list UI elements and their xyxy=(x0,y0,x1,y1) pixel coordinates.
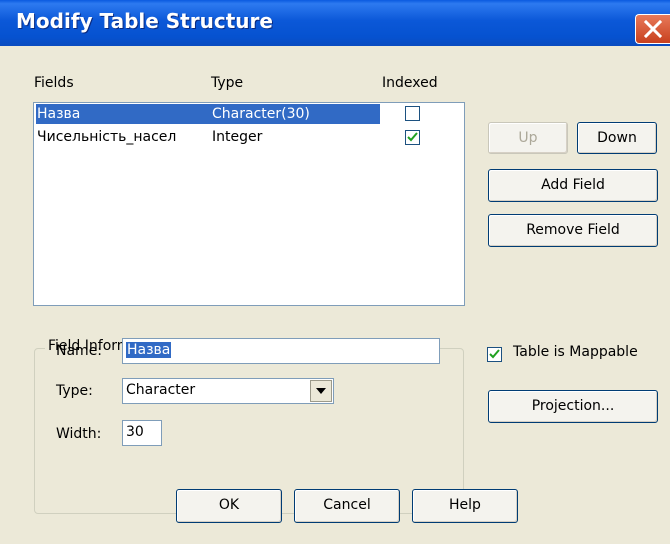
ok-button[interactable]: OK xyxy=(176,489,282,523)
field-type: Character(30) xyxy=(212,106,310,122)
indexed-checkbox[interactable] xyxy=(405,106,420,121)
dropdown-button[interactable] xyxy=(310,380,332,402)
name-field[interactable]: Назва xyxy=(122,338,440,364)
window-title: Modify Table Structure xyxy=(16,9,273,33)
field-name: Назва xyxy=(37,106,81,122)
header-indexed: Indexed xyxy=(382,75,438,91)
width-label: Width: xyxy=(56,426,102,442)
close-icon xyxy=(643,20,663,38)
up-button[interactable]: Up xyxy=(488,122,568,154)
dialog-body: Fields Type Indexed Назва Character(30) … xyxy=(0,46,670,544)
add-field-button[interactable]: Add Field xyxy=(488,169,658,202)
type-value: Character xyxy=(126,382,196,398)
name-label: Name: xyxy=(56,343,103,359)
cancel-button[interactable]: Cancel xyxy=(294,489,400,523)
type-select[interactable]: Character xyxy=(122,378,334,404)
list-item[interactable]: Чисельність_насел Integer xyxy=(36,127,380,147)
width-field[interactable]: 30 xyxy=(122,420,162,446)
list-item[interactable]: Назва Character(30) xyxy=(36,104,380,124)
mappable-checkbox[interactable] xyxy=(487,347,502,362)
check-icon xyxy=(489,349,500,359)
name-value: Назва xyxy=(126,342,172,358)
chevron-down-icon xyxy=(316,388,326,394)
remove-field-button[interactable]: Remove Field xyxy=(488,214,658,247)
field-name: Чисельність_насел xyxy=(37,129,177,145)
check-icon xyxy=(407,132,418,142)
title-bar: Modify Table Structure xyxy=(0,0,670,46)
mappable-label[interactable]: Table is Mappable xyxy=(513,344,638,360)
header-fields: Fields xyxy=(34,75,74,91)
field-type: Integer xyxy=(212,129,263,145)
projection-button[interactable]: Projection... xyxy=(488,390,658,423)
down-button[interactable]: Down xyxy=(577,122,657,154)
indexed-checkbox[interactable] xyxy=(405,130,420,145)
close-button[interactable] xyxy=(635,14,670,44)
header-type: Type xyxy=(211,75,244,91)
help-button[interactable]: Help xyxy=(412,489,518,523)
fields-listbox[interactable]: Назва Character(30) Чисельність_насел In… xyxy=(33,102,465,306)
type-label: Type: xyxy=(56,383,93,399)
width-value: 30 xyxy=(126,424,144,440)
